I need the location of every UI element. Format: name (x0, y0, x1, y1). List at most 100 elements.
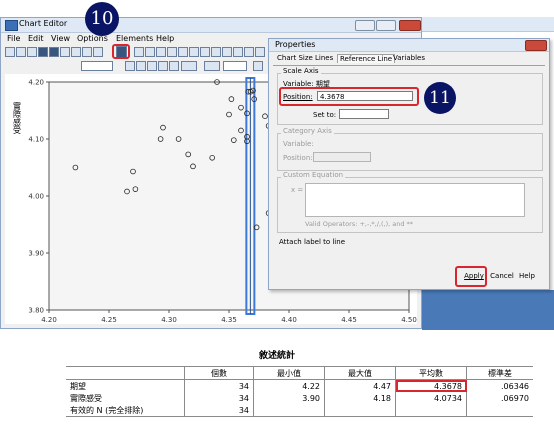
italic-icon[interactable] (136, 61, 146, 71)
y-tick-label: 4.00 (28, 193, 44, 201)
scale-axis-label: Scale Axis (281, 67, 321, 75)
mean-highlight-cell: 4.3678 (395, 379, 467, 392)
tab-lines[interactable]: Lines (315, 54, 333, 62)
y-axis-icon[interactable] (49, 47, 59, 57)
step-badge-11: 11 (424, 82, 456, 114)
footnote-icon[interactable] (189, 47, 199, 57)
align-center-icon[interactable] (158, 61, 168, 71)
bold-icon[interactable] (125, 61, 135, 71)
window-title: Chart Editor (19, 19, 68, 28)
text-style-icon[interactable] (181, 61, 197, 71)
x-tick-label: 4.40 (281, 316, 297, 324)
menu-view[interactable]: View (51, 34, 70, 43)
y-tick-label: 3.80 (28, 307, 44, 315)
background-window-panel (422, 290, 554, 330)
category-axis-label: Category Axis (281, 127, 334, 135)
table-cell: 4.47 (324, 379, 396, 392)
y-axis-label: 實際感受 (13, 101, 22, 135)
set-to-label: Set to: (313, 111, 337, 119)
table-cell: 34 (184, 404, 254, 417)
menu-edit[interactable]: Edit (28, 34, 44, 43)
table-cell: 4.18 (324, 392, 396, 404)
custom-equation-label: Custom Equation (281, 171, 346, 179)
properties-dialog: Properties Chart Size Lines Reference Li… (268, 38, 550, 290)
cancel-button[interactable]: Cancel (489, 271, 515, 282)
stats-title: 敘述統計 (258, 351, 295, 361)
menu-help[interactable]: Help (156, 34, 174, 43)
apply-highlight (455, 266, 487, 287)
interpolation-icon[interactable] (156, 47, 166, 57)
table-row: 期望 34 4.22 4.47 4.3678 .06346 (66, 379, 533, 392)
border-icon[interactable] (253, 61, 263, 71)
x-tick-label: 4.50 (401, 316, 417, 324)
attach-label-checkbox[interactable]: Attach label to line (279, 238, 345, 246)
x-tick-label: 4.20 (41, 316, 57, 324)
align-left-icon[interactable] (147, 61, 157, 71)
descriptive-stats-table: 個數 最小值 最大值 平均數 標準差 期望 34 4.22 4.47 4.367… (66, 366, 533, 417)
set-to-input[interactable] (339, 109, 389, 119)
properties-icon[interactable] (27, 47, 37, 57)
menu-file[interactable]: File (7, 34, 20, 43)
font-size-select[interactable] (81, 61, 113, 71)
table-row: 有效的 N (完全排除) 34 (66, 404, 533, 417)
reference-line-y-icon[interactable] (134, 47, 144, 57)
fill-color-icon[interactable] (204, 61, 220, 71)
redo-icon[interactable] (16, 47, 26, 57)
maximize-button[interactable] (376, 20, 396, 31)
background-window-titlebar (422, 17, 554, 32)
table-cell (395, 404, 467, 417)
marker-icon[interactable] (233, 47, 243, 57)
table-cell (324, 404, 396, 417)
table-cell: 3.90 (253, 392, 325, 404)
valid-operators-text: Valid Operators: +,-,*,/,(,), and ** (305, 220, 414, 228)
bars-icon[interactable] (211, 47, 221, 57)
grid-icon[interactable] (222, 47, 232, 57)
chart-editor-titlebar: Chart Editor (1, 18, 421, 33)
table-header-row: 個數 最小值 最大值 平均數 標準差 (66, 366, 533, 380)
table-cell (253, 404, 325, 417)
x-tick-label: 4.35 (221, 316, 237, 324)
undo-icon[interactable] (5, 47, 15, 57)
reference-line-highlight (112, 44, 130, 59)
x-tick-label: 4.45 (341, 316, 357, 324)
legend-icon[interactable] (200, 47, 210, 57)
table-header: 平均數 (395, 366, 467, 380)
table-cell (466, 404, 533, 417)
tab-variables[interactable]: Variables (393, 54, 425, 62)
pie-icon[interactable] (255, 47, 265, 57)
rescale-icon[interactable] (60, 47, 70, 57)
app-icon (5, 20, 18, 31)
x-axis-icon[interactable] (38, 47, 48, 57)
data-label-icon[interactable] (82, 47, 92, 57)
table-row: 實際感受 34 3.90 4.18 4.0734 .06970 (66, 392, 533, 404)
tab-chart-size[interactable]: Chart Size (277, 54, 313, 62)
x-equals-label: x = (291, 186, 304, 194)
category-position-label: Position: (283, 154, 313, 162)
minimize-button[interactable] (355, 20, 375, 31)
table-cell: .06346 (466, 379, 533, 392)
properties-titlebar: Properties (269, 39, 549, 52)
annotation-icon[interactable] (167, 47, 177, 57)
text-box-icon[interactable] (178, 47, 188, 57)
table-header (66, 366, 185, 380)
line-style-select[interactable] (223, 61, 247, 71)
row-label: 實際感受 (66, 392, 185, 404)
table-cell: .06970 (466, 392, 533, 404)
close-button[interactable] (399, 20, 421, 31)
table-cell: 4.22 (253, 379, 325, 392)
table-header: 最大值 (324, 366, 396, 380)
tab-reference-line[interactable]: Reference Line (337, 54, 396, 63)
fit-line-icon[interactable] (145, 47, 155, 57)
properties-tabs: Chart Size Lines Reference Line Variable… (273, 53, 545, 66)
help-button[interactable]: Help (517, 271, 537, 282)
align-right-icon[interactable] (169, 61, 179, 71)
table-header: 個數 (184, 366, 254, 380)
menu-elements[interactable]: Elements (116, 34, 153, 43)
lasso-icon[interactable] (71, 47, 81, 57)
scale-icon[interactable] (93, 47, 103, 57)
table-cell: 34 (184, 392, 254, 404)
table-header: 最小值 (253, 366, 325, 380)
line-icon[interactable] (244, 47, 254, 57)
close-icon[interactable] (525, 40, 547, 51)
equation-input (305, 183, 525, 217)
